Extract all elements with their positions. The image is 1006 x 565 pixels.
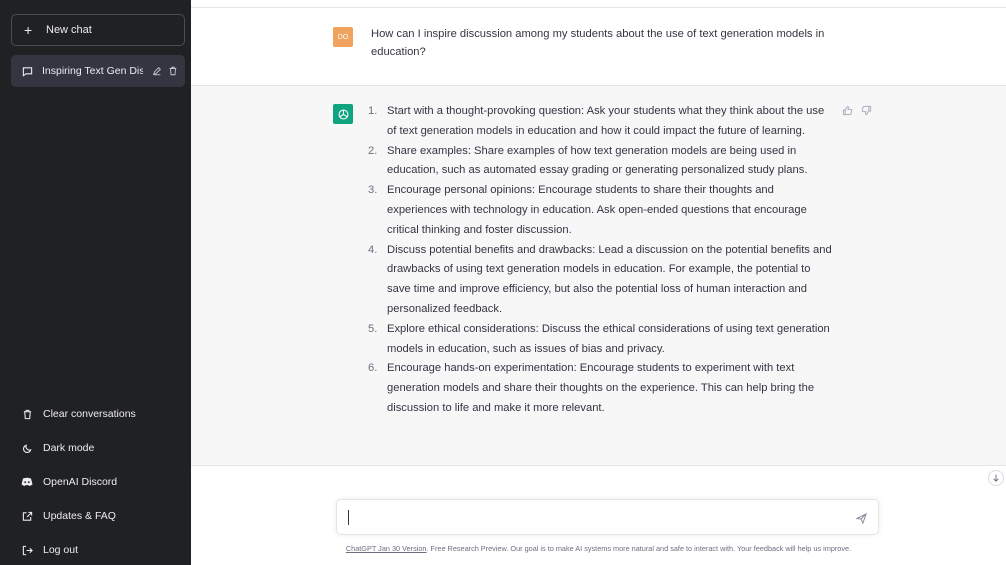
conversation-item[interactable]: Inspiring Text Gen Dis (11, 55, 185, 87)
log-out-label: Log out (43, 544, 79, 556)
list-item-number: 1. (368, 105, 378, 117)
updates-faq-label: Updates & FAQ (43, 510, 116, 522)
clear-conversations-button[interactable]: Clear conversations (11, 397, 185, 431)
list-item-text: Encourage personal opinions: Encourage s… (387, 184, 807, 236)
user-avatar: DO (333, 27, 353, 47)
list-item-text: Share examples: Share examples of how te… (387, 144, 808, 177)
version-link[interactable]: ChatGPT Jan 30 Version (346, 544, 427, 553)
sidebar: + New chat Inspiring Text Gen Dis Clear … (0, 0, 191, 565)
list-item-number: 5. (368, 322, 378, 335)
edit-pencil-icon[interactable] (151, 65, 163, 77)
list-item: 5. Explore ethical considerations: Discus… (368, 320, 834, 360)
chat-bubble-icon (21, 65, 33, 77)
logout-icon (21, 544, 33, 556)
dark-mode-button[interactable]: Dark mode (11, 431, 185, 465)
list-item: 1. Start with a thought-provoking questio… (368, 102, 834, 142)
thumbs-up-icon[interactable] (841, 104, 853, 116)
footer-text: . Free Research Preview. Our goal is to … (426, 544, 852, 553)
send-icon (855, 512, 867, 524)
moon-icon (21, 442, 33, 454)
list-item-text: Explore ethical considerations: Discuss … (387, 322, 830, 355)
updates-faq-link[interactable]: Updates & FAQ (11, 499, 185, 533)
new-chat-button[interactable]: + New chat (11, 14, 185, 46)
list-item-number: 2. (368, 144, 378, 157)
message-input[interactable] (347, 508, 837, 528)
new-chat-label: New chat (46, 24, 92, 36)
assistant-message-row: 1. Start with a thought-provoking questio… (191, 86, 1006, 466)
assistant-answer-list: 1. Start with a thought-provoking questio… (368, 102, 834, 419)
list-item-number: 4. (368, 243, 378, 256)
openai-discord-link[interactable]: OpenAI Discord (11, 465, 185, 499)
footer-disclaimer: ChatGPT Jan 30 Version. Free Research Pr… (191, 544, 1006, 553)
list-item: 2. Share examples: Share examples of how … (368, 142, 834, 182)
list-item-text: Discuss potential benefits and drawbacks… (387, 243, 832, 315)
sidebar-bottom-menu: Clear conversations Dark mode OpenAI Dis… (11, 397, 185, 565)
list-item-text: Start with a thought-provoking question:… (387, 105, 825, 137)
openai-discord-label: OpenAI Discord (43, 476, 118, 488)
plus-icon: + (24, 22, 33, 38)
chat-main: DO How can I inspire discussion among my… (191, 0, 1006, 565)
thumbs-down-icon[interactable] (860, 104, 872, 116)
user-message-text: How can I inspire discussion among my st… (371, 28, 825, 58)
message-input-box (336, 499, 879, 535)
top-divider (191, 0, 1006, 8)
conversation-actions (151, 65, 179, 77)
openai-logo-icon (333, 104, 353, 124)
trash-icon (21, 408, 33, 420)
conversation-title: Inspiring Text Gen Dis (42, 65, 143, 77)
user-message-row: DO How can I inspire discussion among my… (191, 8, 1006, 86)
list-item: 4. Discuss potential benefits and drawbac… (368, 241, 834, 320)
list-item: 6. Encourage hands-on experimentation: En… (368, 359, 834, 418)
scroll-down-button[interactable] (988, 470, 1004, 486)
list-item: 3. Encourage personal opinions: Encourage… (368, 181, 834, 240)
dark-mode-label: Dark mode (43, 442, 95, 454)
arrow-down-icon (993, 474, 999, 482)
send-button[interactable] (854, 511, 868, 525)
feedback-buttons (841, 104, 872, 116)
external-link-icon (21, 510, 33, 522)
list-item-text: Encourage hands-on experimentation: Enco… (387, 362, 815, 414)
list-item-number: 3. (368, 184, 378, 197)
clear-conversations-label: Clear conversations (43, 408, 136, 420)
delete-trash-icon[interactable] (167, 65, 179, 77)
list-item-number: 6. (368, 362, 378, 375)
discord-icon (21, 476, 33, 488)
log-out-button[interactable]: Log out (11, 533, 185, 565)
text-caret (348, 510, 349, 525)
